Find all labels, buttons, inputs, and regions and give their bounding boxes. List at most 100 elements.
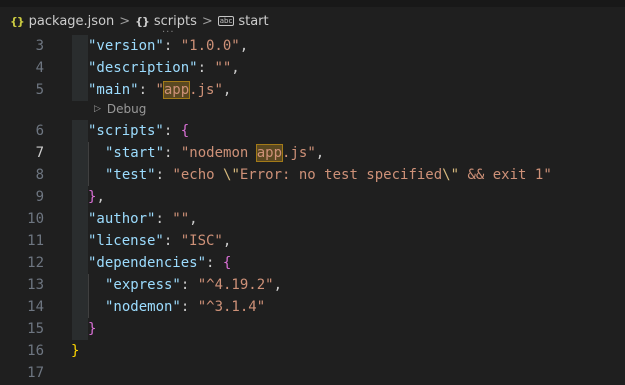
code-text: } <box>71 340 79 362</box>
code-line[interactable]: 5 "main": " app .js", <box>0 79 625 101</box>
comma: , <box>315 145 325 161</box>
indent-guide <box>72 252 88 274</box>
colon: : <box>163 38 181 54</box>
code-line[interactable]: 8 "test": "echo \" Error: no test specifi… <box>0 164 625 186</box>
code-text: "start": "nodemon app .js", <box>105 142 324 164</box>
line-number: 6 <box>35 123 44 139</box>
json-string: "ISC" <box>180 233 223 249</box>
code-line[interactable]: 9 }, <box>0 186 625 208</box>
colon: : <box>155 211 173 227</box>
breadcrumb: {} package.json > {} scripts > abc start <box>0 9 625 33</box>
comma: , <box>239 38 249 54</box>
code-line-active[interactable]: 7 "start": "nodemon app .js", <box>0 142 625 164</box>
breadcrumb-file-label: package.json <box>28 13 115 29</box>
code-text: "scripts": { <box>88 120 189 142</box>
code-text: "dependencies": { <box>88 252 231 274</box>
breadcrumb-start-label: start <box>238 13 269 29</box>
debug-label: Debug <box>106 102 147 116</box>
comma: , <box>96 189 105 205</box>
line-number: 13 <box>27 277 44 293</box>
line-number: 4 <box>35 60 44 76</box>
code-text: } <box>88 318 96 340</box>
indent-guide <box>88 274 89 296</box>
comma: , <box>189 211 198 227</box>
line-number: 5 <box>35 82 44 98</box>
line-number: 7 <box>35 145 44 161</box>
indent-guide <box>88 296 89 318</box>
code-line[interactable]: 17 <box>0 362 625 384</box>
json-key: "nodemon" <box>105 299 181 315</box>
json-string: "echo <box>172 167 224 183</box>
code-text: "version": "1.0.0", <box>88 35 248 57</box>
indent-guide <box>72 318 88 340</box>
json-file-icon: {} <box>10 14 25 28</box>
object-icon: {} <box>135 14 150 28</box>
debug-codelens[interactable]: ▷ Debug <box>94 99 146 119</box>
code-text: }, <box>88 186 105 208</box>
json-string: " <box>155 82 164 98</box>
code-text: "nodemon": "^3.1.4" <box>105 296 265 318</box>
json-key: "license" <box>88 233 164 249</box>
breadcrumb-scripts-label: scripts <box>153 13 197 29</box>
comma: , <box>222 233 232 249</box>
search-match-highlight: app <box>162 81 191 99</box>
code-line[interactable]: 4 "description": "", <box>0 57 625 79</box>
json-key: "scripts" <box>88 123 164 139</box>
code-line[interactable]: 3 "version": "1.0.0", <box>0 35 625 57</box>
code-text: "author": "", <box>88 208 198 230</box>
indent-guide <box>72 186 88 208</box>
code-line[interactable]: 13 "express": "^4.19.2", <box>0 274 625 296</box>
line-number: 9 <box>35 189 44 205</box>
json-key: "dependencies" <box>88 255 207 271</box>
json-string: Error: no test specified <box>239 167 443 183</box>
close-brace: } <box>88 321 97 337</box>
indent-guide <box>72 79 88 101</box>
code-text: "license": "ISC", <box>88 230 231 252</box>
indent-guide <box>72 274 88 296</box>
string-symbol-icon: abc <box>217 16 235 26</box>
escape-sequence: \" <box>223 167 240 183</box>
code-line[interactable]: 11 "license": "ISC", <box>0 230 625 252</box>
json-key: "main" <box>88 82 139 98</box>
json-string: "" <box>214 60 232 76</box>
line-number: 10 <box>27 211 44 227</box>
json-string: && exit 1" <box>459 167 552 183</box>
indent-guide <box>72 142 88 164</box>
code-line[interactable]: 6 "scripts": { <box>0 120 625 142</box>
json-key: "start" <box>105 145 165 161</box>
colon: : <box>155 167 173 183</box>
line-number: 8 <box>35 167 44 183</box>
code-line[interactable]: 16 } <box>0 340 625 362</box>
breadcrumb-start[interactable]: abc start <box>217 13 269 29</box>
line-number: 14 <box>27 299 44 315</box>
json-key: "author" <box>88 211 156 227</box>
play-icon: ▷ <box>94 104 101 114</box>
line-number: 3 <box>35 38 44 54</box>
indent-guide <box>72 208 88 230</box>
json-string: "1.0.0" <box>180 38 240 54</box>
chevron-right-icon: > <box>201 13 213 29</box>
code-line[interactable]: 14 "nodemon": "^3.1.4" <box>0 296 625 318</box>
breadcrumb-file[interactable]: {} package.json <box>10 14 114 29</box>
chevron-right-icon: > <box>119 13 131 29</box>
json-string: .js" <box>282 145 316 161</box>
close-brace: } <box>88 189 97 205</box>
colon: : <box>164 145 181 161</box>
json-string: "" <box>172 211 190 227</box>
code-line[interactable]: 12 "dependencies": { <box>0 252 625 274</box>
line-number: 12 <box>27 255 44 271</box>
json-key: "test" <box>105 167 156 183</box>
indent-guide <box>72 164 88 186</box>
json-string: "^4.19.2" <box>197 277 274 293</box>
code-line[interactable]: 10 "author": "", <box>0 208 625 230</box>
indent-guide <box>72 296 88 318</box>
json-string: "^3.1.4" <box>197 299 266 315</box>
open-brace: { <box>180 123 190 139</box>
title-strip <box>0 0 625 7</box>
code-line[interactable]: 15 } <box>0 318 625 340</box>
colon: : <box>138 82 156 98</box>
line-number: 15 <box>27 321 44 337</box>
colon: : <box>163 123 181 139</box>
search-match-highlight: app <box>255 144 284 162</box>
comma: , <box>222 82 232 98</box>
